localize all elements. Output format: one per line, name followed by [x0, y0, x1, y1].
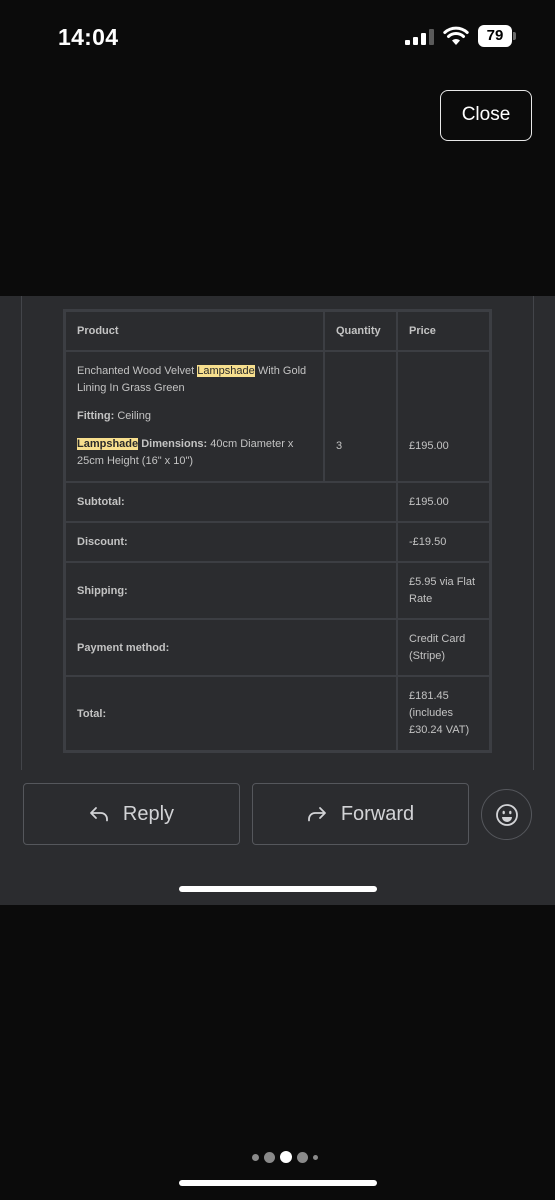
forward-arrow-icon — [307, 807, 326, 822]
status-time: 14:04 — [58, 24, 119, 50]
item-price: £195.00 — [397, 351, 490, 482]
order-table: Product Quantity Price Enchanted Wood Ve… — [63, 309, 492, 753]
summary-row-total: Total: £181.45 (includes £30.24 VAT) — [65, 676, 490, 751]
reply-label: Reply — [122, 802, 175, 825]
order-header-row: Product Quantity Price — [65, 311, 490, 351]
page-indicator[interactable] — [252, 1150, 318, 1164]
reply-button[interactable]: Reply — [23, 783, 240, 845]
summary-label: Total: — [65, 676, 397, 751]
content-border-left — [21, 296, 22, 770]
page-dot[interactable] — [264, 1151, 275, 1163]
forward-label: Forward — [340, 802, 415, 825]
summary-value: £181.45 (includes £30.24 VAT) — [397, 676, 490, 751]
summary-row-shipping: Shipping: £5.95 via Flat Rate — [65, 562, 490, 619]
cellular-signal-icon — [405, 29, 434, 45]
page-dot[interactable] — [297, 1151, 308, 1163]
summary-row-discount: Discount: -£19.50 — [65, 522, 490, 562]
item-quantity: 3 — [324, 351, 397, 482]
header-quantity: Quantity — [324, 311, 397, 351]
product-dimensions: Lampshade Dimensions: 40cm Diameter x 25… — [77, 438, 294, 467]
reply-arrow-icon — [90, 807, 108, 822]
emoji-reaction-button[interactable] — [481, 789, 532, 840]
sheet-grabber[interactable] — [179, 886, 377, 892]
product-name[interactable]: Enchanted Wood Velvet Lampshade With Gol… — [77, 363, 312, 397]
summary-value: £195.00 — [397, 482, 490, 522]
search-highlight: Lampshade — [77, 438, 139, 450]
home-indicator[interactable] — [179, 1180, 377, 1186]
summary-value: £5.95 via Flat Rate — [397, 562, 490, 619]
search-highlight: Lampshade — [197, 365, 255, 377]
content-border-right — [533, 296, 534, 770]
wifi-icon — [443, 26, 469, 45]
summary-value: Credit Card (Stripe) — [397, 619, 490, 676]
summary-label: Payment method: — [65, 619, 397, 676]
page-dot-active[interactable] — [280, 1151, 292, 1163]
summary-label: Shipping: — [65, 562, 397, 619]
summary-row-subtotal: Subtotal: £195.00 — [65, 482, 490, 522]
summary-label: Discount: — [65, 522, 397, 562]
battery-level: 79 — [478, 25, 512, 47]
forward-button[interactable]: Forward — [252, 783, 469, 845]
status-bar: 14:04 79 — [0, 0, 555, 72]
email-sheet: Product Quantity Price Enchanted Wood Ve… — [0, 296, 555, 905]
close-button[interactable]: Close — [440, 90, 532, 141]
header-product: Product — [65, 311, 324, 351]
smiley-icon — [495, 803, 518, 826]
page-dot[interactable] — [313, 1154, 318, 1160]
product-cell: Enchanted Wood Velvet Lampshade With Gol… — [65, 351, 324, 482]
battery-icon: 79 — [478, 25, 518, 47]
summary-row-payment: Payment method: Credit Card (Stripe) — [65, 619, 490, 676]
summary-value: -£19.50 — [397, 522, 490, 562]
header-price: Price — [397, 311, 490, 351]
summary-label: Subtotal: — [65, 482, 397, 522]
product-fitting: Fitting: Ceiling — [77, 410, 151, 422]
order-item-row: Enchanted Wood Velvet Lampshade With Gol… — [65, 351, 490, 482]
page-dot[interactable] — [252, 1153, 259, 1161]
